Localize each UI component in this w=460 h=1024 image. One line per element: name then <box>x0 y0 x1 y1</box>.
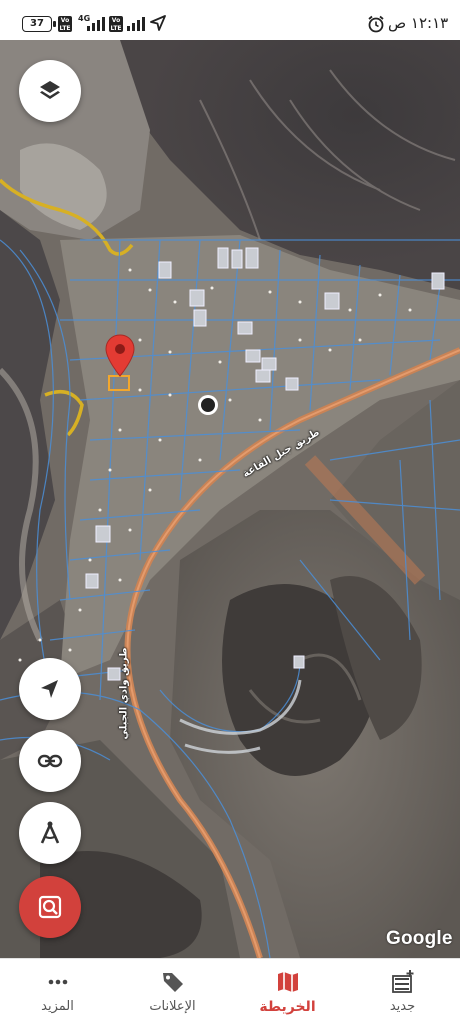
alarm-icon <box>368 15 384 33</box>
nav-new-label: جديد <box>389 999 416 1014</box>
signal-icon <box>127 17 145 31</box>
more-dots-icon <box>48 979 68 985</box>
share-link-button[interactable] <box>19 730 81 792</box>
link-icon <box>37 754 63 768</box>
volte-icon: Vo LTE <box>58 16 72 32</box>
compass-measure-icon <box>40 821 60 844</box>
tag-icon <box>163 973 183 992</box>
nav-more[interactable]: المزيد <box>0 959 115 1024</box>
new-list-icon <box>392 970 414 993</box>
nav-map-label: الخريطة <box>259 999 316 1015</box>
nav-map[interactable]: الخريطة <box>230 959 345 1024</box>
map-icon <box>278 972 298 992</box>
signal-icon <box>87 17 105 31</box>
location-arrow-icon <box>150 15 166 31</box>
clock: ١٢:١٣ ص <box>388 14 449 32</box>
my-location-button[interactable] <box>19 658 81 720</box>
nav-ads-label: الإعلانات <box>149 999 196 1014</box>
nav-new[interactable]: جديد <box>345 959 460 1024</box>
measure-button[interactable] <box>19 802 81 864</box>
search-parcel-button[interactable] <box>19 876 81 938</box>
bottom-navigation: المزيد الإعلانات الخريطة جديد <box>0 958 460 1024</box>
road-label: طريق وادي الجبلي <box>118 647 130 740</box>
satellite-map[interactable]: طريق جبل القاعة طريق وادي الجبلي Google <box>0 40 460 958</box>
volte-icon: Vo LTE <box>109 16 123 32</box>
nav-ads[interactable]: الإعلانات <box>115 959 230 1024</box>
battery-indicator: 37 <box>22 16 56 32</box>
status-bar: 37 Vo LTE 4G Vo LTE ١٢:١٣ ص <box>0 0 460 40</box>
layers-button[interactable] <box>19 60 81 122</box>
location-pin-icon[interactable] <box>104 334 136 378</box>
my-location-icon <box>41 680 58 698</box>
nav-more-label: المزيد <box>41 999 74 1014</box>
search-parcel-icon <box>38 895 62 919</box>
layers-icon <box>40 81 60 99</box>
google-attribution: Google <box>386 928 453 949</box>
